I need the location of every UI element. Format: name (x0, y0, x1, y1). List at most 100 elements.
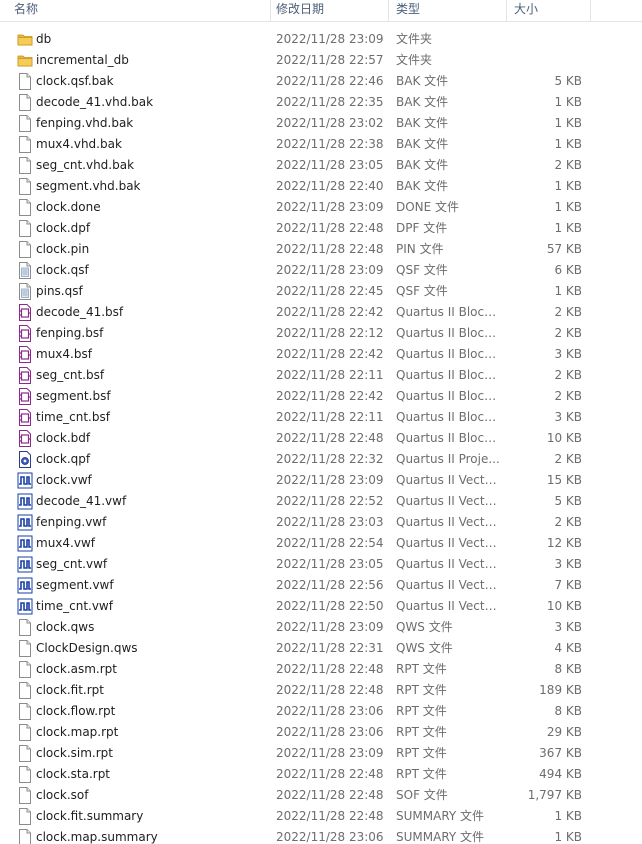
file-name: pins.qsf (36, 284, 83, 298)
file-size: 2 KB (554, 452, 582, 466)
file-name: clock.qpf (36, 452, 91, 466)
file-row[interactable]: mux4.bsf 2022/11/28 22:42 Quartus II Block… (0, 344, 642, 365)
file-row[interactable]: fenping.bsf 2022/11/28 22:12 Quartus II Bl… (0, 323, 642, 344)
file-size: 1 KB (554, 116, 582, 130)
file-modified-date: 2022/11/28 22:40 (276, 179, 384, 193)
file-name: clock.qsf.bak (36, 74, 114, 88)
file-name: fenping.vhd.bak (36, 116, 134, 130)
column-separator[interactable] (590, 0, 591, 21)
column-header-size[interactable]: 大小 (506, 0, 590, 21)
file-row[interactable]: seg_cnt.vhd.bak 2022/11/28 23:05 BAK 文件 2 K… (0, 155, 642, 176)
file-type: QSF 文件 (396, 263, 448, 277)
file-modified-date: 2022/11/28 22:57 (276, 53, 384, 67)
file-row[interactable]: seg_cnt.vwf 2022/11/28 23:05 Quartus II Ve… (0, 554, 642, 575)
file-row[interactable]: clock.vwf 2022/11/28 23:09 Quartus II Vect… (0, 470, 642, 491)
file-row[interactable]: ClockDesign.qws 2022/11/28 22:31 QWS 文件 4 K… (0, 638, 642, 659)
file-type: Quartus II Vecto... (396, 473, 502, 487)
file-size: 494 KB (539, 767, 582, 781)
file-row[interactable]: clock.pin 2022/11/28 22:48 PIN 文件 57 KB (0, 239, 642, 260)
file-row[interactable]: decode_41.bsf 2022/11/28 22:42 Quartus II … (0, 302, 642, 323)
file-row[interactable]: db 2022/11/28 23:09 文件夹 (0, 29, 642, 50)
file-icon (17, 661, 33, 678)
file-size: 29 KB (546, 725, 582, 739)
file-modified-date: 2022/11/28 22:46 (276, 74, 384, 88)
file-modified-date: 2022/11/28 23:09 (276, 32, 384, 46)
file-modified-date: 2022/11/28 22:52 (276, 494, 384, 508)
file-row[interactable]: seg_cnt.bsf 2022/11/28 22:11 Quartus II Bl… (0, 365, 642, 386)
file-type: Quartus II Block... (396, 368, 502, 382)
column-header-name[interactable]: 名称 (6, 0, 270, 21)
file-row[interactable]: clock.dpf 2022/11/28 22:48 DPF 文件 1 KB (0, 218, 642, 239)
file-type: SUMMARY 文件 (396, 809, 485, 823)
file-row[interactable]: mux4.vhd.bak 2022/11/28 22:38 BAK 文件 1 KB (0, 134, 642, 155)
file-size: 1 KB (554, 200, 582, 214)
column-header-type[interactable]: 类型 (388, 0, 504, 21)
column-header-date[interactable]: 修改日期 (268, 0, 386, 21)
file-size: 3 KB (554, 410, 582, 424)
file-icon (17, 115, 33, 132)
file-name: incremental_db (36, 53, 129, 67)
folder-icon (17, 52, 33, 69)
file-row[interactable]: time_cnt.bsf 2022/11/28 22:11 Quartus II B… (0, 407, 642, 428)
file-row[interactable]: incremental_db 2022/11/28 22:57 文件夹 (0, 50, 642, 71)
file-type: Quartus II Block... (396, 431, 502, 445)
file-row[interactable]: segment.bsf 2022/11/28 22:42 Quartus II Bl… (0, 386, 642, 407)
file-row[interactable]: mux4.vwf 2022/11/28 22:54 Quartus II Vecto… (0, 533, 642, 554)
file-row[interactable]: fenping.vwf 2022/11/28 23:03 Quartus II Ve… (0, 512, 642, 533)
file-row[interactable]: clock.done 2022/11/28 23:09 DONE 文件 1 KB (0, 197, 642, 218)
file-row[interactable]: clock.map.rpt 2022/11/28 23:06 RPT 文件 29 KB (0, 722, 642, 743)
file-row[interactable]: clock.sta.rpt 2022/11/28 22:48 RPT 文件 494 K… (0, 764, 642, 785)
file-size: 2 KB (554, 368, 582, 382)
file-row[interactable]: clock.fit.summary 2022/11/28 22:48 SUMMARY… (0, 806, 642, 827)
file-modified-date: 2022/11/28 23:09 (276, 473, 384, 487)
file-type: Quartus II Vecto... (396, 599, 502, 613)
file-name: seg_cnt.vwf (36, 557, 108, 571)
file-name: clock.bdf (36, 431, 91, 445)
file-modified-date: 2022/11/28 22:32 (276, 452, 384, 466)
file-size: 1 KB (554, 830, 582, 844)
file-type: Quartus II Block... (396, 389, 502, 403)
file-modified-date: 2022/11/28 23:06 (276, 830, 384, 844)
file-icon (17, 703, 33, 720)
file-row[interactable]: time_cnt.vwf 2022/11/28 22:50 Quartus II V… (0, 596, 642, 617)
file-size: 10 KB (546, 431, 582, 445)
file-icon (17, 640, 33, 657)
file-row[interactable]: segment.vhd.bak 2022/11/28 22:40 BAK 文件 1 K… (0, 176, 642, 197)
file-row[interactable]: clock.sof 2022/11/28 22:48 SOF 文件 1,797 KB (0, 785, 642, 806)
file-name: mux4.vwf (36, 536, 95, 550)
file-icon (17, 157, 33, 174)
file-modified-date: 2022/11/28 22:11 (276, 410, 384, 424)
file-size: 8 KB (554, 662, 582, 676)
file-row[interactable]: clock.fit.rpt 2022/11/28 22:48 RPT 文件 189 K… (0, 680, 642, 701)
file-row[interactable]: clock.qws 2022/11/28 23:09 QWS 文件 3 KB (0, 617, 642, 638)
file-row[interactable]: clock.qsf 2022/11/28 23:09 QSF 文件 6 KB (0, 260, 642, 281)
file-row[interactable]: clock.map.summary 2022/11/28 23:06 SUMMARY… (0, 827, 642, 844)
file-type: Quartus II Vecto... (396, 536, 502, 550)
file-size: 2 KB (554, 326, 582, 340)
column-header-bar: 名称 修改日期 类型 大小 (0, 0, 642, 22)
file-row[interactable]: clock.qpf 2022/11/28 22:32 Quartus II Proj… (0, 449, 642, 470)
file-modified-date: 2022/11/28 23:05 (276, 557, 384, 571)
file-modified-date: 2022/11/28 23:09 (276, 746, 384, 760)
project-file-icon (17, 451, 33, 468)
file-row[interactable]: fenping.vhd.bak 2022/11/28 23:02 BAK 文件 1 K… (0, 113, 642, 134)
file-row[interactable]: clock.asm.rpt 2022/11/28 22:48 RPT 文件 8 KB (0, 659, 642, 680)
file-modified-date: 2022/11/28 22:35 (276, 95, 384, 109)
file-list: db 2022/11/28 23:09 文件夹 incremental_db 2022/… (0, 29, 642, 844)
file-row[interactable]: clock.flow.rpt 2022/11/28 23:06 RPT 文件 8 KB (0, 701, 642, 722)
file-type: QSF 文件 (396, 284, 448, 298)
file-type: RPT 文件 (396, 725, 447, 739)
file-row[interactable]: clock.sim.rpt 2022/11/28 23:09 RPT 文件 367 K… (0, 743, 642, 764)
file-type: RPT 文件 (396, 683, 447, 697)
file-row[interactable]: decode_41.vhd.bak 2022/11/28 22:35 BAK 文件 1… (0, 92, 642, 113)
file-row[interactable]: clock.qsf.bak 2022/11/28 22:46 BAK 文件 5 KB (0, 71, 642, 92)
file-row[interactable]: segment.vwf 2022/11/28 22:56 Quartus II Ve… (0, 575, 642, 596)
file-row[interactable]: decode_41.vwf 2022/11/28 22:52 Quartus II … (0, 491, 642, 512)
file-modified-date: 2022/11/28 23:09 (276, 263, 384, 277)
file-icon (17, 220, 33, 237)
file-row[interactable]: clock.bdf 2022/11/28 22:48 Quartus II Bloc… (0, 428, 642, 449)
file-row[interactable]: pins.qsf 2022/11/28 22:45 QSF 文件 1 KB (0, 281, 642, 302)
file-name: clock.sof (36, 788, 89, 802)
file-name: clock.qws (36, 620, 95, 634)
file-type: 文件夹 (396, 32, 433, 46)
